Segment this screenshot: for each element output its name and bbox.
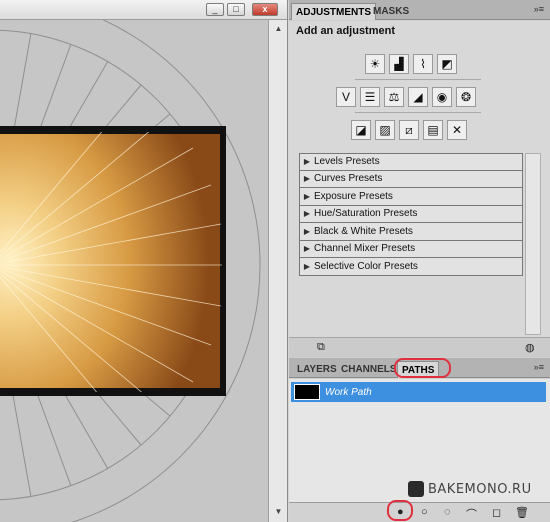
selective-color-icon[interactable]: ✕ (447, 120, 467, 140)
hue-saturation-icon[interactable]: ☰ (360, 87, 380, 107)
preset-label: Selective Color Presets (314, 260, 418, 272)
vibrance-icon[interactable]: V (336, 87, 356, 107)
paths-list: Work Path (289, 379, 550, 522)
canvas-artwork (0, 20, 261, 522)
preset-label: Hue/Saturation Presets (314, 208, 418, 220)
cat-logo-icon (408, 481, 424, 497)
new-path-icon[interactable]: ◻ (492, 506, 501, 519)
curves-icon[interactable]: ⌇ (413, 54, 433, 74)
expand-triangle-icon[interactable]: ▶ (300, 209, 314, 218)
document-window: _ □ x ▲ ▼ (0, 0, 288, 522)
preset-label: Exposure Presets (314, 190, 393, 202)
maximize-button[interactable]: □ (227, 3, 245, 16)
adjustments-body: Add an adjustment ☀ ▟ ⌇ ◩ V ☰ ⚖ ◢ ◉ ❂ ◪ … (289, 21, 550, 357)
visibility-toggle-icon[interactable]: ◍ (525, 341, 535, 354)
scroll-down-arrow-icon[interactable]: ▼ (272, 505, 285, 518)
close-button[interactable]: x (252, 3, 278, 16)
exposure-icon[interactable]: ◩ (437, 54, 457, 74)
panel-menu-icon[interactable]: »≡ (534, 362, 544, 372)
preset-label: Levels Presets (314, 156, 380, 168)
path-thumbnail (294, 384, 320, 400)
tab-adjustments[interactable]: ADJUSTMENTS (291, 3, 377, 20)
expand-triangle-icon[interactable]: ▶ (300, 157, 314, 166)
expand-triangle-icon[interactable]: ▶ (300, 262, 314, 271)
minimize-button[interactable]: _ (206, 3, 224, 16)
expand-triangle-icon[interactable]: ▶ (300, 244, 314, 253)
threshold-icon[interactable]: ⧄ (399, 120, 419, 140)
expand-triangle-icon[interactable]: ▶ (300, 227, 314, 236)
paths-tab-highlight (394, 358, 451, 378)
tab-layers[interactable]: LAYERS (293, 361, 341, 378)
levels-icon[interactable]: ▟ (389, 54, 409, 74)
adjustment-icon-row-3: ◪ ▨ ⧄ ▤ ✕ (351, 120, 467, 140)
canvas[interactable] (0, 20, 268, 522)
panel-title: Add an adjustment (296, 25, 396, 37)
scroll-up-arrow-icon[interactable]: ▲ (272, 22, 285, 35)
watermark-text: BAKEMONO.RU (428, 481, 532, 497)
list-item[interactable]: ▶ Black & White Presets (299, 223, 523, 241)
clip-to-layer-icon[interactable]: ⧉ (317, 341, 325, 354)
tab-masks[interactable]: MASKS (369, 3, 413, 20)
preset-list: ▶ Levels Presets ▶ Curves Presets ▶ Exposur… (299, 153, 523, 276)
list-item[interactable]: ▶ Exposure Presets (299, 188, 523, 206)
paths-footer: ● ○ ◌ ⌒ ◻ 🗑 (289, 502, 550, 522)
canvas-vertical-scrollbar[interactable]: ▲ ▼ (268, 20, 287, 522)
path-name: Work Path (325, 386, 372, 398)
adjustments-footer: ⧉ ◍ (289, 337, 550, 357)
expand-triangle-icon[interactable]: ▶ (300, 174, 314, 183)
list-item[interactable]: ▶ Hue/Saturation Presets (299, 205, 523, 223)
paths-panel: LAYERS CHANNELS PATHS »≡ Work Path ● ○ ◌… (289, 358, 550, 522)
invert-icon[interactable]: ◪ (351, 120, 371, 140)
preset-label: Curves Presets (314, 173, 383, 185)
watermark: BAKEMONO.RU (408, 481, 532, 497)
expand-triangle-icon[interactable]: ▶ (300, 192, 314, 201)
fill-path-highlight (387, 500, 413, 521)
load-as-selection-icon[interactable]: ◌ (444, 506, 451, 518)
adjustment-icon-row-2: V ☰ ⚖ ◢ ◉ ❂ (336, 87, 476, 107)
adjustment-icon-row-1: ☀ ▟ ⌇ ◩ (365, 54, 457, 74)
list-item[interactable]: ▶ Curves Presets (299, 170, 523, 188)
divider (355, 112, 481, 113)
list-item[interactable]: ▶ Levels Presets (299, 153, 523, 171)
divider (355, 79, 481, 80)
photoshop-workspace: _ □ x ▲ ▼ ADJUSTMENTS MASKS »≡ Add an ad… (0, 0, 550, 522)
color-balance-icon[interactable]: ⚖ (384, 87, 404, 107)
tab-channels[interactable]: CHANNELS (337, 361, 401, 378)
photo-filter-icon[interactable]: ◉ (432, 87, 452, 107)
document-titlebar: _ □ x (0, 0, 287, 20)
adjustments-panel-tabs: ADJUSTMENTS MASKS »≡ (289, 0, 550, 20)
make-work-path-icon[interactable]: ⌒ (466, 506, 477, 522)
posterize-icon[interactable]: ▨ (375, 120, 395, 140)
preset-label: Channel Mixer Presets (314, 243, 416, 255)
brightness-contrast-icon[interactable]: ☀ (365, 54, 385, 74)
list-item[interactable]: ▶ Channel Mixer Presets (299, 240, 523, 258)
panel-menu-icon[interactable]: »≡ (534, 4, 544, 14)
channel-mixer-icon[interactable]: ❂ (456, 87, 476, 107)
list-item[interactable]: ▶ Selective Color Presets (299, 258, 523, 276)
stroke-path-icon[interactable]: ○ (421, 506, 428, 518)
preset-scrollbar[interactable] (525, 153, 541, 335)
adjustments-panel: ADJUSTMENTS MASKS »≡ Add an adjustment ☀… (289, 0, 550, 358)
path-row-work-path[interactable]: Work Path (291, 382, 546, 402)
preset-label: Black & White Presets (314, 225, 413, 237)
black-white-icon[interactable]: ◢ (408, 87, 428, 107)
delete-path-icon[interactable]: 🗑 (515, 506, 529, 519)
gradient-map-icon[interactable]: ▤ (423, 120, 443, 140)
